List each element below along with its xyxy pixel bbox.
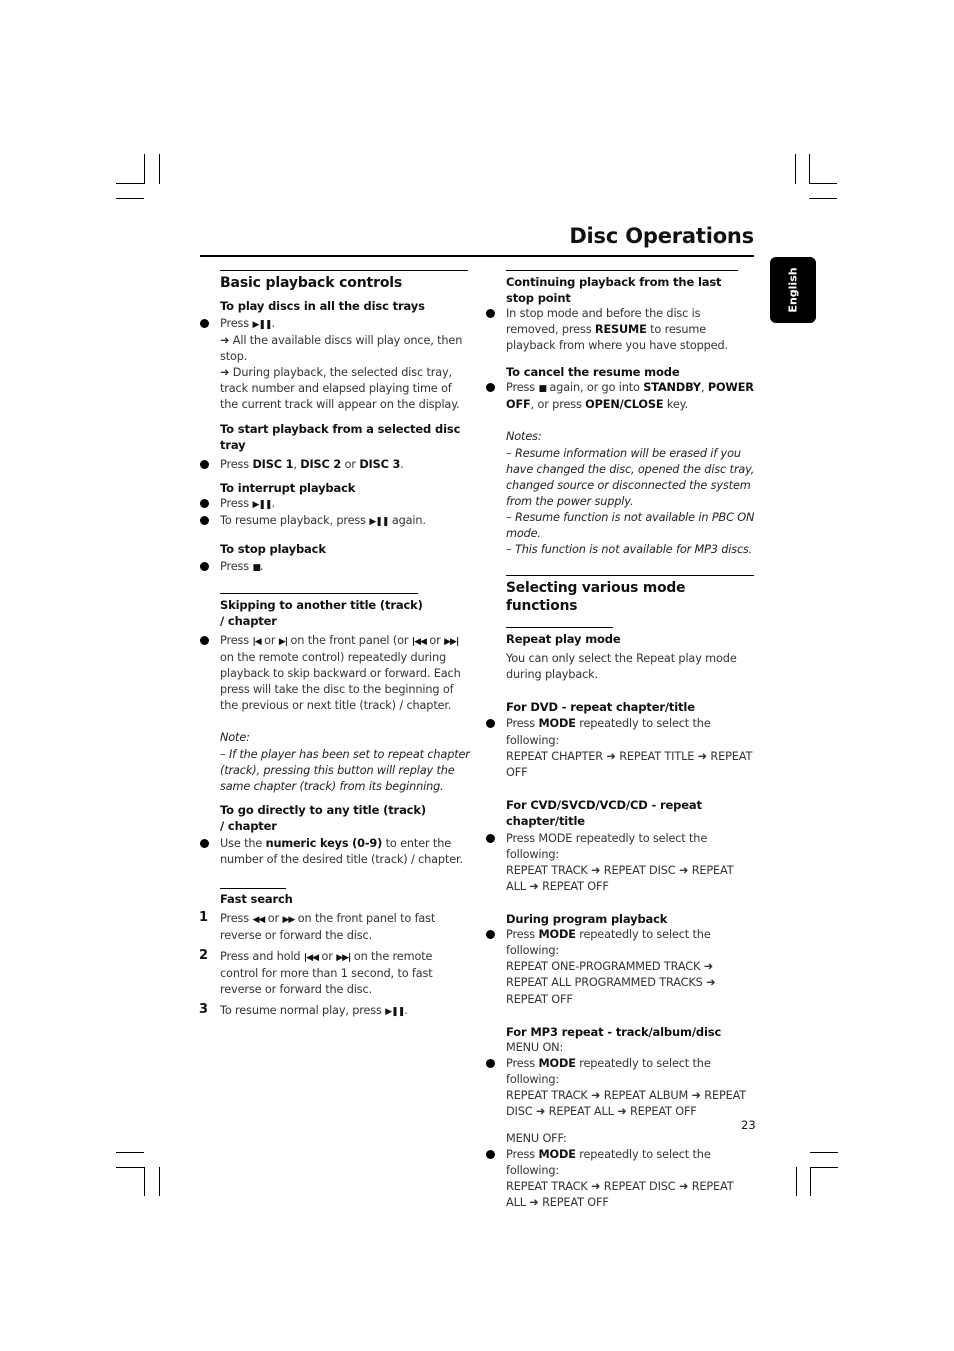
bullet-icon	[200, 561, 209, 571]
list-item: Press MODE repeatedly to select the foll…	[486, 1056, 756, 1120]
fast-forward-icon: ▶▶	[282, 914, 295, 925]
list-item: To resume playback, press ▶❚❚ again.	[200, 513, 470, 530]
menu-on-label: MENU ON:	[506, 1040, 564, 1054]
subsection-heading: To start playback from a selected disc t…	[220, 421, 461, 452]
skip-back-icon: |◀◀	[411, 636, 427, 647]
rewind-icon: ◀◀	[252, 914, 265, 925]
step-number: 3	[199, 1002, 208, 1018]
list-item: 3 To resume normal play, press ▶❚❚.	[199, 1002, 408, 1018]
right-column: Continuing playback from the last stop p…	[486, 270, 756, 1212]
subsection-heading: To stop playback	[220, 541, 326, 556]
subsection-heading: Repeat play mode	[506, 632, 621, 647]
paragraph: You can only select the Repeat play mode…	[506, 652, 737, 682]
page-title: Disc Operations	[569, 224, 754, 248]
left-column: Basic playback controls To play discs in…	[199, 270, 470, 1021]
notes-label: Notes:	[506, 430, 542, 444]
subsection-heading: Skipping to another title (track) / chap…	[220, 597, 423, 628]
skip-forward-icon: ▶▶|	[336, 953, 351, 964]
previous-icon: |◀	[252, 636, 261, 647]
stop-icon: ■	[252, 562, 260, 573]
bullet-icon	[200, 319, 209, 328]
bullet-icon	[486, 383, 495, 393]
language-label: English	[786, 267, 800, 313]
section-heading: Selecting various mode functions	[506, 580, 686, 615]
title-rule	[200, 255, 754, 257]
bullet-icon	[486, 930, 495, 940]
bullet-icon	[486, 1058, 495, 1068]
next-icon: ▶|	[278, 636, 288, 647]
language-tab: English	[770, 257, 816, 323]
list-item: Press |◀ or ▶| on the front panel (or |◀…	[200, 633, 470, 714]
list-item: Use the numeric keys (0-9) to enter the …	[200, 836, 470, 868]
bullet-icon	[200, 515, 209, 525]
list-item: Press ▶❚❚. ➜ All the available discs wil…	[200, 316, 470, 414]
subsection-heading: Continuing playback from the last stop p…	[506, 275, 722, 305]
bullet-icon	[486, 719, 495, 729]
bullet-icon	[200, 459, 209, 469]
skip-back-icon: |◀◀	[303, 953, 319, 964]
arrow-icon: ➜	[220, 366, 230, 380]
play-pause-icon: ▶❚❚	[252, 320, 272, 330]
note-text: – If the player has been set to repeat c…	[220, 747, 470, 793]
menu-off-label: MENU OFF:	[506, 1132, 567, 1146]
subsection-heading: Fast search	[220, 891, 293, 906]
bullet-icon	[200, 838, 209, 848]
arrow-icon: ➜	[220, 334, 230, 348]
list-item: Press MODE repeatedly to select the foll…	[486, 927, 756, 1007]
list-item: Press MODE repeatedly to select the foll…	[486, 831, 756, 895]
bullet-icon	[200, 498, 209, 508]
play-pause-icon: ▶❚❚	[252, 499, 272, 510]
bullet-icon	[486, 1150, 495, 1160]
bullet-icon	[486, 833, 495, 843]
bullet-icon	[200, 635, 209, 645]
list-item: 1 Press ◀◀ or ▶▶ on the front panel to f…	[199, 909, 436, 943]
subsection-heading: For MP3 repeat - track/album/disc	[506, 1024, 722, 1039]
skip-forward-icon: ▶▶|	[444, 636, 459, 647]
subsection-heading: To interrupt playback	[220, 480, 356, 495]
note-text: – Resume function is not available in PB…	[506, 510, 755, 541]
note-text: – This function is not available for MP3…	[506, 543, 753, 557]
play-pause-icon: ▶❚❚	[385, 1007, 405, 1018]
section-heading: Basic playback controls	[220, 275, 403, 291]
page-number: 23	[741, 1118, 756, 1132]
play-pause-icon: ▶❚❚	[369, 516, 389, 527]
step-number: 1	[199, 909, 208, 925]
list-item: Press ■ again, or go into STANDBY, POWER…	[486, 380, 756, 413]
subsection-heading: To play discs in all the disc trays	[220, 299, 425, 313]
subsection-heading: To go directly to any title (track) / ch…	[220, 802, 426, 833]
stop-icon: ■	[538, 384, 546, 395]
note-text: – Resume information will be erased if y…	[506, 446, 755, 508]
list-item: Press MODE repeatedly to select the foll…	[486, 716, 756, 780]
list-item: Press ■.	[200, 559, 470, 576]
bullet-icon	[486, 309, 495, 318]
note-label: Note:	[220, 731, 250, 745]
subsection-heading: To cancel the resume mode	[506, 365, 680, 380]
step-number: 2	[199, 948, 208, 964]
subsection-heading: For CVD/SVCD/VCD/CD - repeat chapter/tit…	[506, 797, 702, 828]
list-item: Press DISC 1, DISC 2 or DISC 3.	[200, 457, 470, 473]
list-item: Press ▶❚❚.	[200, 496, 470, 513]
list-item: Press MODE repeatedly to select the foll…	[486, 1147, 756, 1211]
subsection-heading: For DVD - repeat chapter/title	[506, 700, 695, 715]
list-item: In stop mode and before the disc is remo…	[486, 306, 756, 354]
subsection-heading: During program playback	[506, 912, 668, 927]
list-item: 2 Press and hold |◀◀ or ▶▶| on the remot…	[199, 948, 433, 997]
